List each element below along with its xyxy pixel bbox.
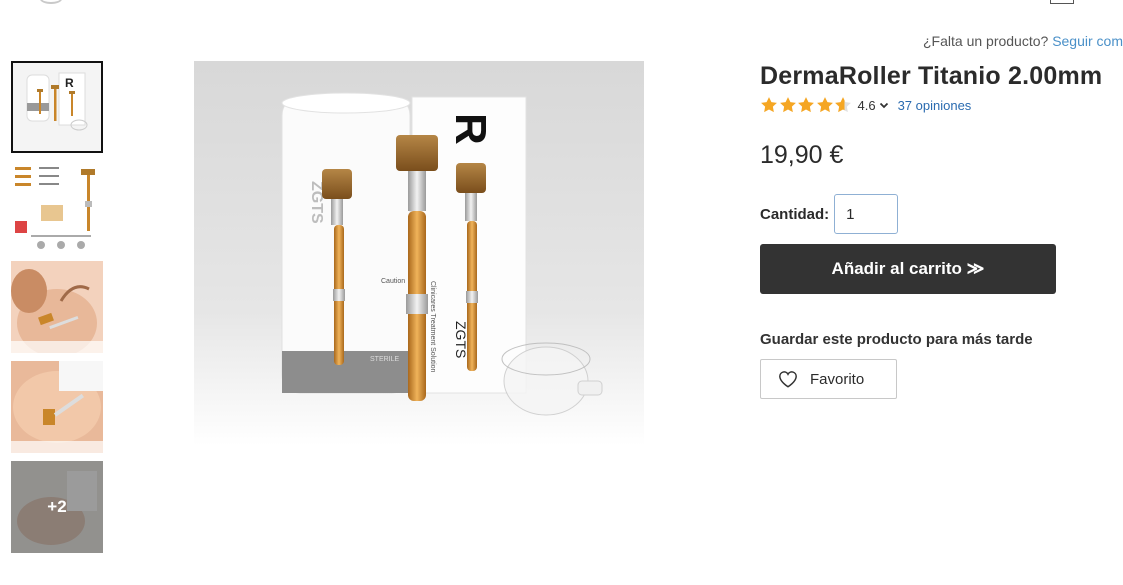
quantity-input[interactable] [834,194,899,234]
thumbnail-2[interactable] [11,161,103,253]
cart-icon[interactable] [1050,0,1074,4]
thumbnail-3-image [11,261,103,353]
thumbnail-1-image: R [13,63,101,151]
chevron-down-icon[interactable] [878,99,890,111]
header-fragments [0,0,1123,6]
star-half-icon [835,97,851,113]
missing-product-notice: ¿Falta un producto? Seguir com [823,33,1123,49]
box-brand: ZGTS [453,321,469,358]
quantity-row: Cantidad: [760,194,1120,234]
thumbnail-3[interactable] [11,261,103,353]
thumbnail-4[interactable] [11,361,103,453]
star-icon [798,97,814,113]
thumb-box-letter: R [65,76,74,90]
product-info: DermaRoller Titanio 2.00mm 4.6 37 opinio… [760,62,1120,399]
rating-row: 4.6 37 opiniones [760,94,1120,116]
heart-icon [779,371,797,388]
product-photo: ZGTS Caution STERILE R ZGTS Clinicares T… [194,61,644,446]
save-for-later-label: Guardar este producto para más tarde [760,331,1033,348]
quantity-label: Cantidad: [760,205,830,223]
thumbnail-4-image [11,361,103,453]
product-price: 19,90 € [760,141,844,169]
rating-value: 4.6 [857,97,876,113]
product-title: DermaRoller Titanio 2.00mm [760,62,1103,90]
box-subtitle: Clinicares Treatment Solution [429,281,436,373]
rating-stars[interactable] [760,96,853,114]
favorite-button[interactable]: Favorito [760,359,897,399]
logo-fragment[interactable] [40,0,62,4]
main-product-image[interactable]: ZGTS Caution STERILE R ZGTS Clinicares T… [194,61,644,446]
box-letter: R [446,113,495,145]
missing-product-link[interactable]: Seguir com [1052,33,1123,49]
star-icon [779,97,796,113]
thumbnail-1[interactable]: R [11,61,103,153]
thumbnail-list: R +2 [11,61,103,561]
favorite-label: Favorito [810,370,865,388]
more-images-overlay: +2 [11,461,103,553]
thumbnail-2-image [11,161,103,253]
container-caution: Caution [381,278,405,285]
star-icon [816,97,833,113]
thumbnail-5[interactable]: +2 [11,461,103,553]
reviews-link[interactable]: 37 opiniones [898,98,972,113]
add-to-cart-button[interactable]: Añadir al carrito ≫ [760,244,1056,294]
container-sterile: STERILE [370,356,400,363]
missing-question: ¿Falta un producto? [923,33,1049,49]
star-icon [761,97,777,113]
